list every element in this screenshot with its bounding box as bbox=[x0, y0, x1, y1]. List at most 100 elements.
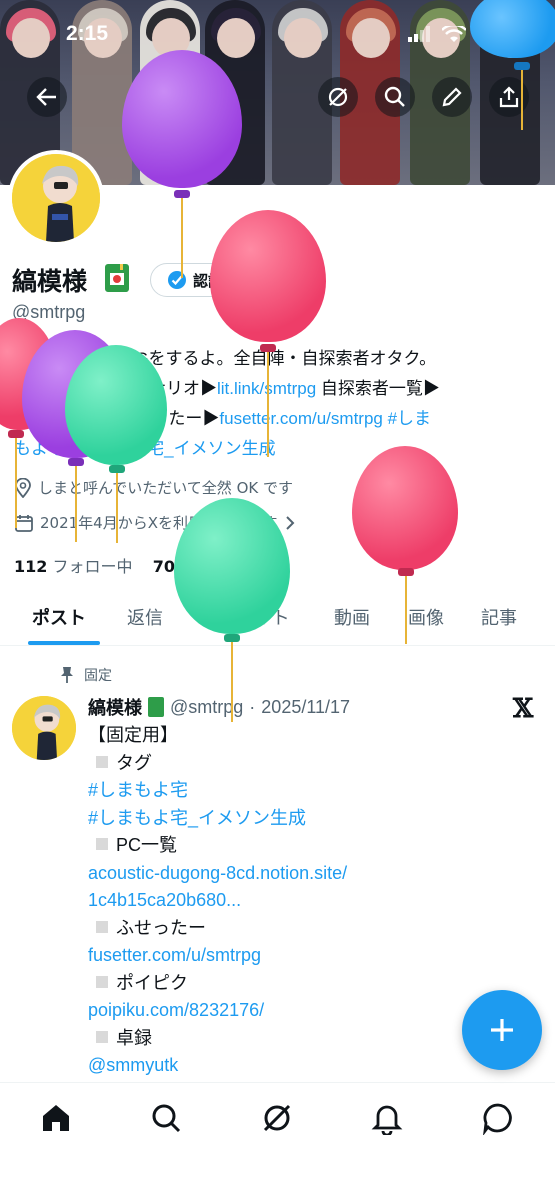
bio-hashtag[interactable]: もよ宅 bbox=[14, 439, 65, 458]
battery-icon bbox=[478, 26, 515, 44]
bio-line: もよ宅 #しまもよ宅_イメソン生成 bbox=[14, 434, 534, 464]
tab-images[interactable]: 画像 bbox=[408, 604, 444, 630]
avatar-image bbox=[12, 154, 100, 242]
bio-hashtag[interactable]: #しまもよ宅_イメソン生成 bbox=[65, 439, 276, 458]
square-icon bbox=[96, 838, 108, 850]
bio-line: 通過済 回せるシナリオ▶lit.link/smtrpg 自探索者一覧▶ bbox=[14, 374, 534, 404]
share-icon bbox=[499, 86, 519, 108]
bio-text: ふせったー▶ bbox=[112, 409, 220, 428]
bell-icon[interactable] bbox=[370, 1101, 404, 1135]
post-line: ふせったー bbox=[88, 915, 528, 943]
post-author-handle[interactable]: @smtrpg bbox=[170, 697, 243, 718]
bio-text: 通過済 bbox=[14, 379, 65, 398]
chevron-right-icon bbox=[285, 515, 294, 530]
location-pin-icon bbox=[15, 477, 31, 498]
calendar-icon bbox=[15, 514, 33, 532]
message-icon[interactable] bbox=[481, 1101, 515, 1135]
bio-hashtag[interactable]: #しま bbox=[383, 409, 431, 428]
location-text: しまと呼んでいただいて全然 OK です bbox=[38, 479, 293, 497]
followers-label: フォロワー bbox=[180, 557, 261, 576]
post-line-text: ポイピク bbox=[116, 972, 188, 993]
post-avatar[interactable] bbox=[12, 696, 76, 760]
verified-badge-icon bbox=[168, 271, 186, 289]
bio-text: TRPGをするよ。全自陣・自探索者オタク。 bbox=[101, 349, 437, 368]
post-link[interactable]: fusetter.com/u/smtrpg bbox=[88, 942, 528, 970]
pencil-icon bbox=[442, 87, 462, 107]
post-header: 縞模様 @smtrpg · 2025/11/17 bbox=[88, 694, 350, 720]
get-verified-label: 認証を受ける bbox=[193, 271, 284, 290]
bio-link-fusetter[interactable]: fusetter.com/u/smtrpg bbox=[219, 409, 382, 428]
search-icon[interactable] bbox=[149, 1101, 183, 1135]
bio-line: x.gd/y DY ふせったー▶fusetter.com/u/smtrpg #しま bbox=[14, 404, 534, 434]
profile-tabs: ポスト 返信 ハイライト 動画 画像 記事 bbox=[0, 594, 555, 646]
edit-button[interactable] bbox=[432, 77, 472, 117]
post-date[interactable]: 2025/11/17 bbox=[261, 697, 350, 718]
bio-link-xgd[interactable]: x.gd/y bbox=[14, 409, 59, 428]
juice-box-emoji bbox=[105, 264, 129, 292]
juice-box-emoji bbox=[148, 697, 164, 717]
profile-handle: @smtrpg bbox=[12, 302, 86, 322]
square-icon bbox=[96, 975, 108, 988]
following-link[interactable]: 112 フォロー中 bbox=[14, 557, 133, 576]
post-line: ポイピク bbox=[88, 970, 528, 998]
square-icon bbox=[96, 755, 108, 768]
active-tab-indicator bbox=[28, 641, 100, 645]
tab-highlights[interactable]: ハイライト bbox=[200, 604, 290, 630]
search-button[interactable] bbox=[375, 77, 415, 117]
post-line-text: 卓録 bbox=[116, 1027, 152, 1048]
status-time: 2:15 bbox=[66, 22, 109, 45]
following-label: フォロー中 bbox=[52, 557, 133, 576]
bottom-navigation bbox=[0, 1082, 555, 1200]
home-icon[interactable] bbox=[39, 1101, 73, 1135]
post-line-text: PC一覧 bbox=[116, 835, 178, 855]
profile-name: 縞模様 bbox=[12, 268, 88, 296]
bio-line: @ TRPGをするよ。全自陣・自探索者オタク。 bbox=[14, 344, 534, 374]
post-line: タグ bbox=[88, 750, 528, 778]
post-link[interactable]: acoustic-dugong-8cd.notion.site/ bbox=[88, 860, 528, 888]
post-mention[interactable]: @smmyutk bbox=[88, 1052, 528, 1080]
tab-posts[interactable]: ポスト bbox=[32, 604, 86, 630]
arrow-left-icon bbox=[36, 88, 56, 106]
share-button[interactable] bbox=[489, 77, 529, 117]
post-line-text: タグ bbox=[116, 752, 152, 773]
bio-mention[interactable]: @ bbox=[14, 349, 31, 368]
tab-videos[interactable]: 動画 bbox=[334, 604, 370, 630]
post-author-name[interactable]: 縞模様 bbox=[88, 694, 142, 720]
pinned-label: 固定 bbox=[84, 668, 112, 684]
followers-count: 70 bbox=[152, 557, 175, 576]
bio-link-litlink[interactable]: lit.link/smtrpg bbox=[217, 379, 316, 398]
status-bar: 2:15 bbox=[0, 0, 555, 70]
profile-avatar[interactable] bbox=[8, 150, 104, 246]
bio-text: 自探索者一覧▶ bbox=[316, 379, 440, 398]
grok-icon[interactable] bbox=[260, 1101, 294, 1135]
profile-bio: @ TRPGをするよ。全自陣・自探索者オタク。 通過済 回せるシナリオ▶lit.li… bbox=[14, 344, 534, 464]
tab-articles[interactable]: 記事 bbox=[481, 604, 517, 630]
tab-replies[interactable]: 返信 bbox=[127, 604, 163, 630]
plus-icon bbox=[491, 1019, 513, 1041]
search-icon bbox=[384, 86, 405, 107]
joined-row[interactable]: 2021年4月からXを利用しています bbox=[14, 512, 296, 533]
post-hashtag[interactable]: #しまもよ宅 bbox=[88, 777, 528, 805]
square-icon bbox=[96, 1030, 108, 1043]
square-icon bbox=[96, 920, 108, 933]
post-line: PC一覧 bbox=[88, 832, 528, 860]
avatar-image bbox=[12, 696, 76, 760]
pin-icon bbox=[61, 667, 73, 683]
get-verified-button[interactable]: 認証を受ける bbox=[150, 263, 325, 297]
grok-button[interactable] bbox=[318, 77, 358, 117]
back-button[interactable] bbox=[27, 77, 67, 117]
joined-text: 2021年4月からXを利用しています bbox=[40, 514, 278, 532]
post-hashtag[interactable]: #しまもよ宅_イメソン生成 bbox=[88, 805, 528, 833]
wifi-icon bbox=[442, 26, 466, 42]
compose-button[interactable] bbox=[462, 990, 542, 1070]
following-count: 112 bbox=[14, 557, 48, 576]
bio-text: 回せるシナリオ▶ bbox=[81, 379, 217, 398]
post-link[interactable]: 1c4b15ca20b680... bbox=[88, 887, 528, 915]
bio-link-xgd-tail[interactable]: DY bbox=[89, 409, 112, 428]
post-separator: · bbox=[249, 696, 256, 717]
followers-link[interactable]: 70 フォロワー bbox=[153, 557, 260, 576]
grok-icon bbox=[328, 87, 348, 107]
location-row: しまと呼んでいただいて全然 OK です bbox=[14, 477, 293, 498]
follow-stats: 112 フォロー中 70 フォロワー bbox=[14, 553, 260, 577]
x-logo-icon[interactable]: 𝕏 bbox=[513, 694, 533, 724]
